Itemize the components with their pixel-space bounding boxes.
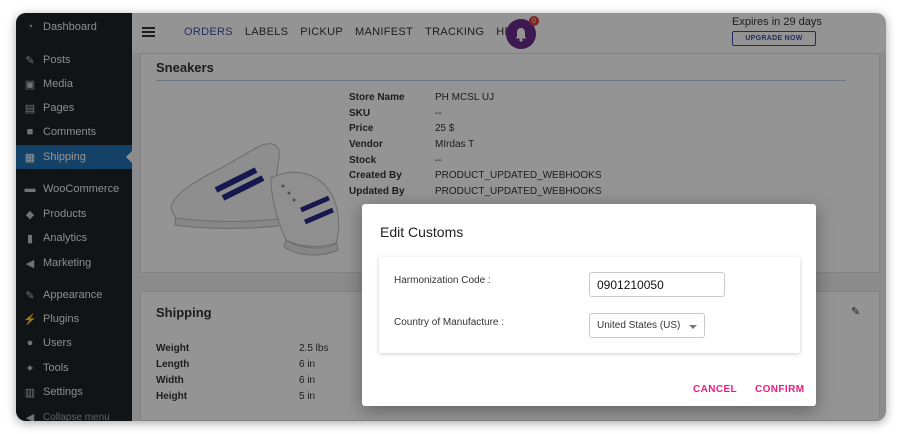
app-window: ◔ Dashboard ✎ Posts ▣ Media ▤ Pages ■ Co… (16, 13, 886, 421)
country-select-value: United States (US) (597, 320, 681, 331)
hs-code-input[interactable]: 0901210050 (589, 272, 725, 297)
confirm-button[interactable]: CONFIRM (755, 384, 804, 395)
dialog-title: Edit Customs (380, 224, 464, 240)
customs-form: Harmonization Code : 0901210050 Country … (379, 257, 800, 353)
hs-code-label: Harmonization Code : (394, 275, 491, 286)
cancel-button[interactable]: CANCEL (693, 384, 737, 395)
country-label: Country of Manufacture : (394, 317, 505, 328)
edit-customs-dialog: Edit Customs Harmonization Code : 090121… (362, 204, 816, 406)
chevron-down-icon (689, 325, 697, 329)
country-select[interactable]: United States (US) (589, 313, 705, 338)
